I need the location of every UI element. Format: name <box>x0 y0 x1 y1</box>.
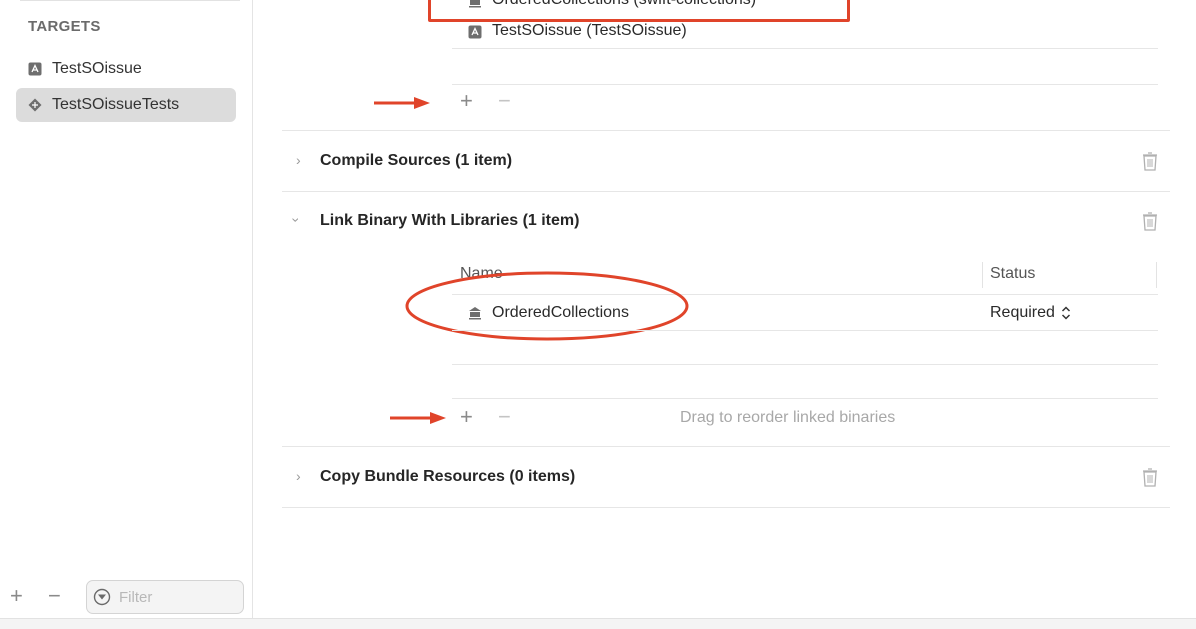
filter-input[interactable] <box>117 587 231 607</box>
divider <box>452 330 1158 331</box>
add-dependency-button[interactable]: + <box>460 90 473 112</box>
trash-icon[interactable] <box>1142 151 1158 171</box>
phase-title-link-binary[interactable]: Link Binary With Libraries (1 item) <box>320 212 579 230</box>
divider <box>452 48 1158 49</box>
filter-field[interactable] <box>86 580 244 614</box>
reorder-hint: Drag to reorder linked binaries <box>680 409 896 426</box>
divider <box>20 0 240 1</box>
chevron-right-icon[interactable]: › <box>296 152 301 168</box>
divider <box>452 398 1158 399</box>
divider <box>452 84 1158 85</box>
divider <box>452 364 1158 365</box>
targets-sidebar: TARGETS TestSOissue TestSOissueTests + − <box>0 0 253 628</box>
test-bundle-icon <box>28 98 42 112</box>
chevron-right-icon[interactable]: › <box>296 468 301 484</box>
remove-library-button[interactable]: − <box>498 406 511 428</box>
status-value: Required <box>990 304 1055 321</box>
column-separator <box>982 262 983 288</box>
targets-heading: TARGETS <box>28 18 101 35</box>
chevron-down-icon[interactable]: › <box>288 218 304 223</box>
updown-chevron-icon <box>1061 306 1070 320</box>
sidebar-item-testsoissue[interactable]: TestSOissue <box>16 52 236 86</box>
status-select[interactable]: Required <box>990 304 1071 322</box>
sidebar-footer: + − <box>0 578 252 618</box>
divider <box>282 446 1170 447</box>
app-target-icon <box>468 25 482 39</box>
library-icon <box>469 0 481 8</box>
dependency-item[interactable]: OrderedCollections (swift-collections) <box>492 0 756 9</box>
remove-dependency-button[interactable]: − <box>498 90 511 112</box>
trash-icon[interactable] <box>1142 211 1158 231</box>
annotation-arrow-icon <box>374 97 430 109</box>
phase-title-compile-sources[interactable]: Compile Sources (1 item) <box>320 152 512 170</box>
app-target-icon <box>28 62 42 76</box>
window-bottom-bar <box>0 618 1196 629</box>
sidebar-item-testsoissuetests[interactable]: TestSOissueTests <box>16 88 236 122</box>
column-header-status[interactable]: Status <box>990 265 1035 283</box>
sidebar-item-label: TestSOissueTests <box>52 96 180 113</box>
filter-icon <box>93 588 111 606</box>
annotation-arrow-icon <box>390 412 446 424</box>
phase-title-copy-bundle-resources[interactable]: Copy Bundle Resources (0 items) <box>320 468 575 486</box>
add-library-button[interactable]: + <box>460 406 473 428</box>
divider <box>282 507 1170 508</box>
divider <box>282 191 1170 192</box>
remove-target-button[interactable]: − <box>48 585 61 607</box>
sidebar-item-label: TestSOissue <box>52 60 142 77</box>
annotation-ellipse <box>405 271 689 341</box>
trash-icon[interactable] <box>1142 467 1158 487</box>
column-separator <box>1156 262 1157 288</box>
divider <box>282 130 1170 131</box>
dependency-item[interactable]: TestSOissue (TestSOissue) <box>492 22 687 40</box>
add-target-button[interactable]: + <box>10 585 23 607</box>
